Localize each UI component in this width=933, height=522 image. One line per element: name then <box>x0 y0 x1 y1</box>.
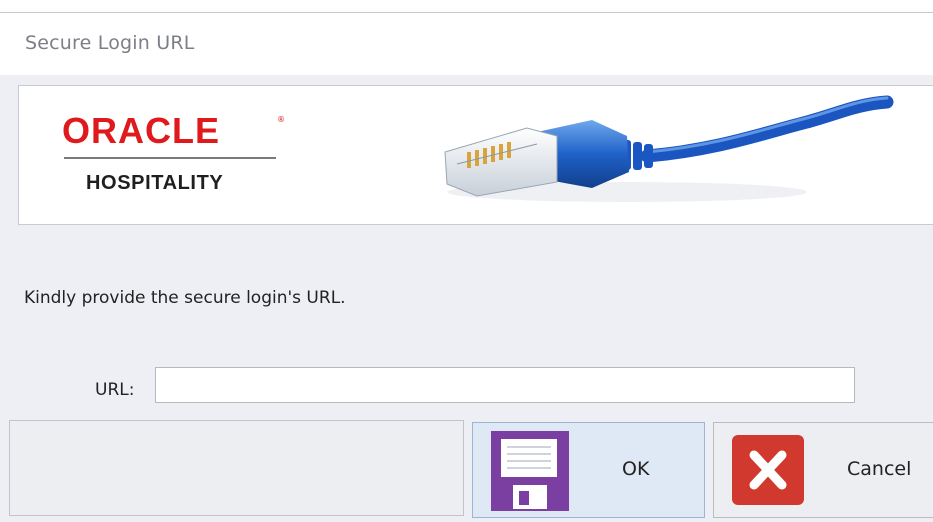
url-label: URL: <box>95 380 135 400</box>
floppy-disk-icon <box>491 431 569 511</box>
ethernet-cable-image <box>444 95 894 202</box>
instruction-text: Kindly provide the secure login's URL. <box>24 288 346 308</box>
url-input[interactable] <box>155 367 855 403</box>
cancel-button[interactable]: Cancel <box>713 422 933 518</box>
window-title: Secure Login URL <box>25 32 195 54</box>
ok-button[interactable]: OK <box>472 422 705 518</box>
dialog-window: Secure Login URL ORACLE ® HOSPITALITY Ki… <box>0 12 933 522</box>
ok-button-label: OK <box>622 458 650 480</box>
title-bar: Secure Login URL <box>0 13 933 75</box>
logo-subtitle: HOSPITALITY <box>86 172 224 194</box>
logo-wordmark: ORACLE <box>62 110 220 151</box>
close-x-icon <box>732 435 804 505</box>
button-bar-spacer <box>9 420 464 516</box>
logo-registered-mark: ® <box>277 115 285 124</box>
cancel-button-label: Cancel <box>847 458 912 480</box>
logo-divider <box>64 157 276 159</box>
brand-banner: ORACLE ® HOSPITALITY <box>18 85 933 225</box>
